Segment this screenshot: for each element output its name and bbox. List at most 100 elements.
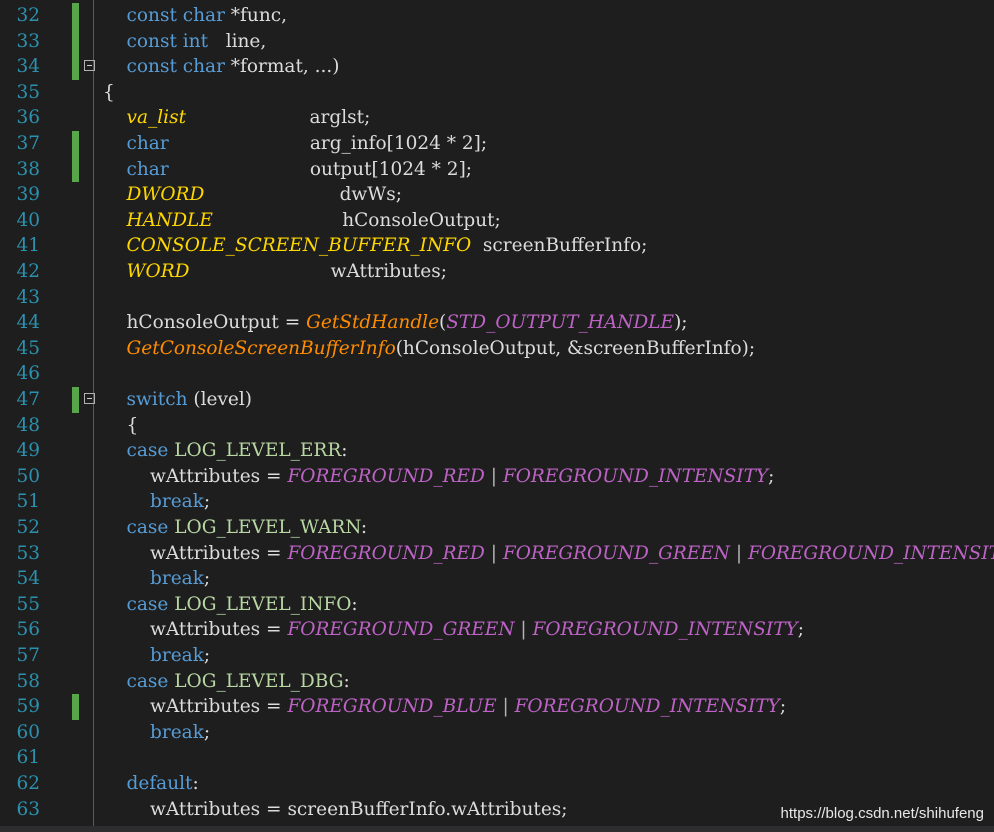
code-line[interactable]: 61	[0, 745, 994, 771]
code-text: hConsoleOutput = GetStdHandle(STD_OUTPUT…	[103, 310, 688, 336]
code-line[interactable]: 46	[0, 361, 994, 387]
code-line[interactable]: 60 break;	[0, 720, 994, 746]
line-number: 34	[16, 56, 40, 78]
code-line[interactable]: 43	[0, 285, 994, 311]
code-line[interactable]: 39 DWORD dwWs;	[0, 182, 994, 208]
code-text: break;	[103, 643, 210, 669]
line-number: 58	[16, 670, 40, 692]
line-number: 48	[16, 414, 40, 436]
code-line[interactable]: 50 wAttributes = FOREGROUND_RED | FOREGR…	[0, 464, 994, 490]
code-token: wAttributes =	[103, 542, 288, 564]
code-line[interactable]: 59 wAttributes = FOREGROUND_BLUE | FOREG…	[0, 694, 994, 720]
line-number: 41	[16, 235, 40, 257]
code-text: wAttributes = FOREGROUND_RED | FOREGROUN…	[103, 464, 774, 490]
line-number: 63	[16, 798, 40, 820]
horizontal-scrollbar[interactable]	[0, 826, 994, 832]
code-token: wAttributes =	[103, 465, 288, 487]
code-token: int	[182, 30, 209, 52]
code-token: char	[182, 5, 225, 26]
code-token: FOREGROUND_GREEN	[287, 619, 515, 641]
code-token: ;	[797, 619, 804, 641]
code-line[interactable]: 47 switch (level)	[0, 387, 994, 413]
line-number: 47	[16, 389, 40, 410]
code-line[interactable]: 55 case LOG_LEVEL_INFO:	[0, 592, 994, 618]
code-line[interactable]: 58 case LOG_LEVEL_DBG:	[0, 669, 994, 695]
code-line[interactable]: 37 char arg_info[1024 * 2];	[0, 131, 994, 157]
code-token: (hConsoleOutput, &screenBufferInfo);	[395, 337, 756, 359]
code-token: default	[126, 773, 193, 794]
code-line[interactable]: 44 hConsoleOutput = GetStdHandle(STD_OUT…	[0, 310, 994, 336]
code-line[interactable]: 36 va_list arglst;	[0, 105, 994, 131]
code-token: FOREGROUND_BLUE	[287, 696, 497, 718]
code-line[interactable]: 57 break;	[0, 643, 994, 669]
code-text: char arg_info[1024 * 2];	[103, 131, 488, 157]
code-line[interactable]: 52 case LOG_LEVEL_WARN:	[0, 515, 994, 541]
code-line[interactable]: 41 CONSOLE_SCREEN_BUFFER_INFO screenBuff…	[0, 233, 994, 259]
code-line[interactable]: 62 default:	[0, 771, 994, 797]
code-token: :	[192, 773, 199, 794]
collapse-icon[interactable]	[84, 60, 95, 72]
code-editor[interactable]: 32 const char *func, 33 const int line, 34…	[0, 0, 994, 832]
line-number: 56	[16, 619, 40, 641]
code-line[interactable]: 56 wAttributes = FOREGROUND_GREEN | FORE…	[0, 617, 994, 643]
change-marker	[72, 3, 79, 29]
code-token: break	[150, 721, 204, 743]
code-token: *func,	[224, 5, 287, 26]
code-text: wAttributes = FOREGROUND_GREEN | FOREGRO…	[103, 617, 804, 643]
code-line[interactable]: 51 break;	[0, 489, 994, 515]
line-number: 51	[16, 491, 40, 513]
code-token: FOREGROUND_INTENSITY	[532, 619, 798, 641]
line-number: 43	[16, 286, 40, 308]
code-token: |	[484, 465, 503, 487]
code-token: );	[674, 312, 688, 334]
code-line[interactable]: 38 char output[1024 * 2];	[0, 156, 994, 183]
code-text: const int line,	[103, 29, 267, 55]
code-text: case LOG_LEVEL_ERR:	[103, 438, 348, 464]
code-text: wAttributes = screenBufferInfo.wAttribut…	[103, 797, 568, 823]
code-token: LOG_LEVEL_DBG	[174, 670, 344, 692]
code-token: const	[126, 5, 183, 26]
code-text: wAttributes = FOREGROUND_RED | FOREGROUN…	[103, 541, 994, 567]
code-line[interactable]: 45 GetConsoleScreenBufferInfo(hConsoleOu…	[0, 336, 994, 362]
code-token: FOREGROUND_INTENSITY	[502, 465, 769, 487]
code-line[interactable]: 48 {	[0, 413, 994, 439]
code-token: :	[360, 517, 368, 538]
line-number: 52	[16, 517, 40, 538]
code-token: STD_OUTPUT_HANDLE	[446, 312, 675, 334]
code-line[interactable]: 40 HANDLE hConsoleOutput;	[0, 208, 994, 234]
code-token: :	[343, 670, 350, 692]
code-token: case	[126, 517, 175, 538]
code-line[interactable]: 42 WORD wAttributes;	[0, 259, 994, 285]
code-line[interactable]: 53 wAttributes = FOREGROUND_RED | FOREGR…	[0, 541, 994, 567]
code-line[interactable]: 49 case LOG_LEVEL_ERR:	[0, 438, 994, 464]
line-number: 49	[16, 440, 40, 462]
line-number: 62	[16, 773, 40, 794]
code-token: hConsoleOutput;	[212, 209, 501, 231]
code-line[interactable]: 33 const int line,	[0, 28, 994, 55]
code-line[interactable]: 54 break;	[0, 566, 994, 592]
code-token: wAttributes = screenBufferInfo.wAttribut…	[103, 798, 568, 820]
code-token: case	[126, 440, 175, 462]
code-line[interactable]: 34 const char *format, ...)	[0, 54, 994, 80]
code-token: char	[126, 158, 169, 180]
code-token: GetConsoleScreenBufferInfo	[126, 337, 396, 359]
code-token: ;	[203, 645, 211, 666]
code-token: |	[496, 696, 515, 718]
change-marker	[72, 156, 79, 183]
code-token: break	[150, 491, 204, 513]
code-token: break	[150, 568, 204, 590]
line-number: 45	[16, 337, 40, 359]
code-token: GetStdHandle	[306, 312, 440, 334]
code-token: const	[126, 30, 183, 52]
collapse-icon[interactable]	[84, 393, 95, 404]
code-line[interactable]: 32 const char *func,	[0, 3, 994, 29]
code-line[interactable]: 35 {	[0, 80, 994, 106]
change-marker	[72, 694, 79, 720]
line-number: 54	[16, 568, 40, 590]
